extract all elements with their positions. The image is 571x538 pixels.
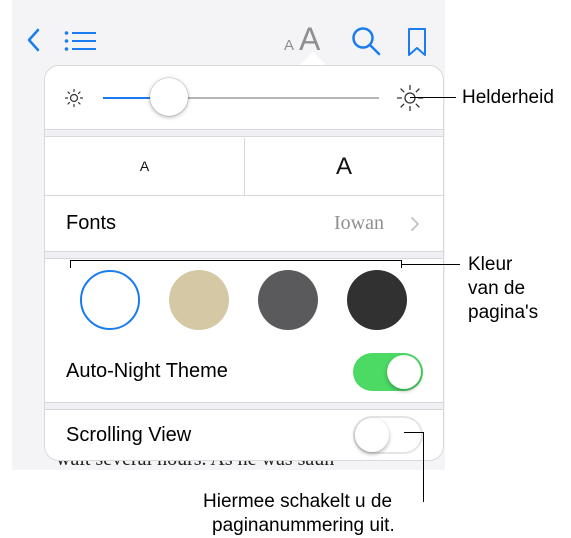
scrolling-view-row: Scrolling View [45,410,443,460]
chevron-left-icon[interactable] [26,28,40,57]
callout-bracket-left [70,260,71,268]
callout-bracket-top [70,260,402,261]
fonts-row[interactable]: Fonts Iowan [45,196,443,251]
callout-line-scrolling-h [404,432,424,433]
popover-arrow [299,52,327,66]
scrolling-view-label: Scrolling View [66,424,192,446]
section-separator [45,402,443,410]
sun-small-icon [64,88,84,113]
appearance-popover: A A Fonts Iowan Auto-Night Theme Scrolli… [45,66,443,460]
brightness-slider-track[interactable] [175,97,379,99]
auto-night-label: Auto-Night Theme [66,360,228,382]
sun-large-icon [396,84,424,117]
callout-line-scrolling-v [423,432,424,502]
callout-brightness: Helderheid [462,87,554,108]
page-color-sepia[interactable] [169,270,229,330]
page-color-gray[interactable] [258,270,318,330]
reader-screen: wait several hours. As he was saun- A A [12,0,445,470]
page-color-night[interactable] [347,270,407,330]
page-color-white[interactable] [80,270,140,330]
callout-scrolling-2: paginanummering uit. [212,515,395,536]
chevron-right-icon [410,216,420,237]
bookmark-icon[interactable] [407,27,427,62]
text-size-row: A A [45,138,443,195]
list-icon[interactable] [64,30,98,57]
callout-line-brightness [410,97,456,98]
decrease-font-size-button[interactable]: A [45,138,244,195]
callout-line-page-color [402,264,460,265]
toggle-knob [387,355,421,389]
callout-page-color-2: van de [468,278,526,299]
auto-night-row: Auto-Night Theme [45,341,443,402]
appearance-small-a: A [284,37,295,54]
callout-scrolling-1: Hiermee schakelt u de [203,491,393,512]
brightness-row [45,66,443,129]
section-separator [45,129,443,137]
fonts-label: Fonts [66,212,117,234]
page-color-row [45,259,443,341]
callout-page-color-3: pagina's [468,302,539,323]
search-icon[interactable] [351,26,381,61]
auto-night-toggle[interactable] [353,353,423,391]
scrolling-view-toggle[interactable] [353,416,423,454]
toggle-knob [355,418,389,452]
callout-page-color-1: Kleur [468,254,513,275]
increase-font-size-button[interactable]: A [245,138,443,195]
reader-toolbar: A A [12,0,445,66]
section-separator [45,251,443,259]
brightness-slider-thumb[interactable] [150,78,188,116]
fonts-value: Iowan [334,212,384,234]
